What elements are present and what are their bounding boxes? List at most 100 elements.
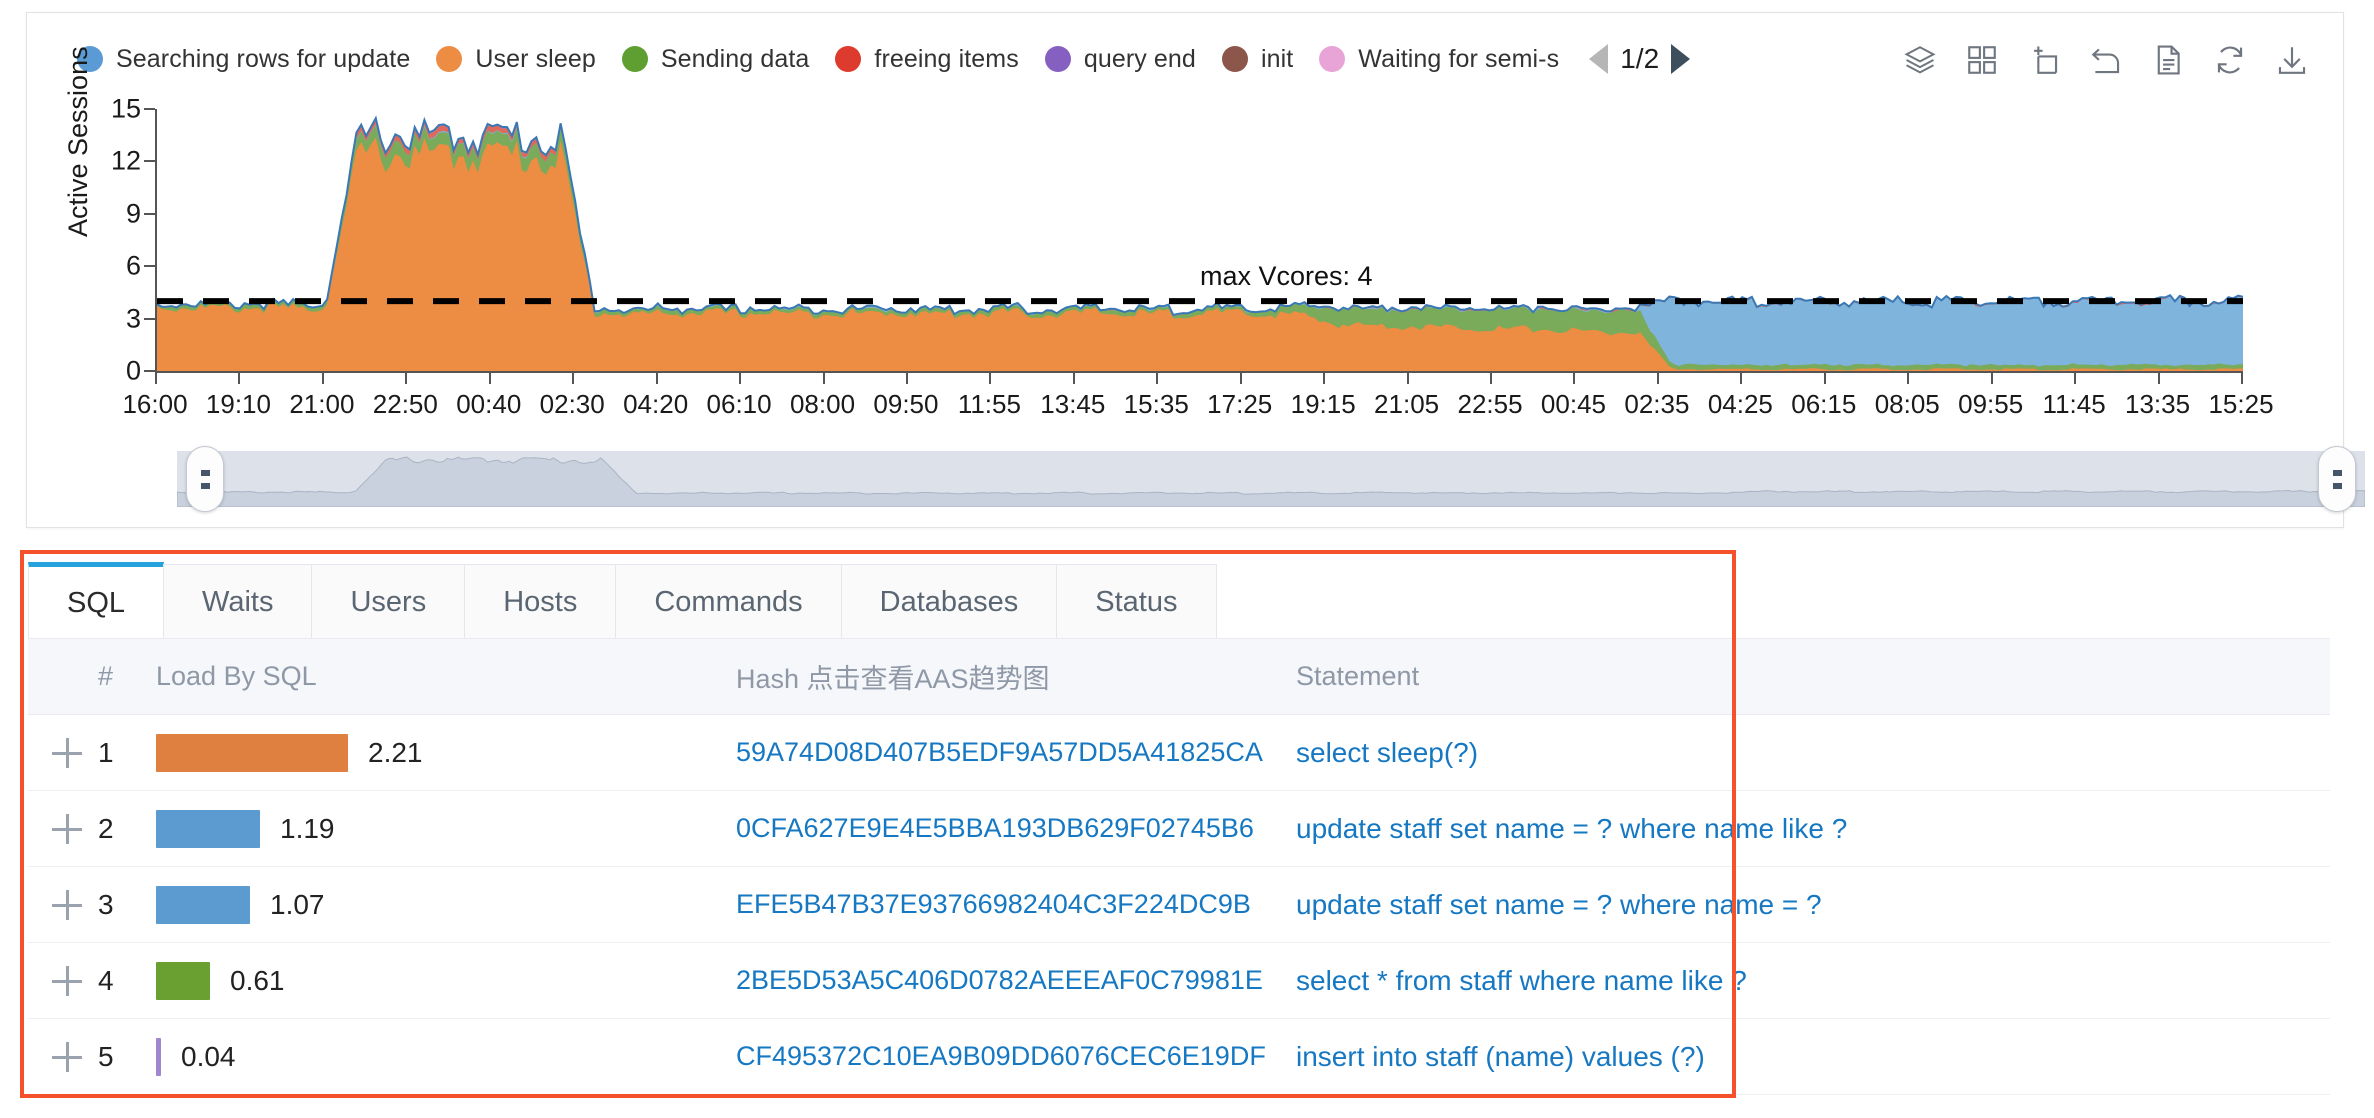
- x-tick-label: 21:05: [1374, 389, 1440, 419]
- load-value: 1.07: [270, 888, 325, 920]
- plot-area[interactable]: [157, 109, 2243, 371]
- sql-statement-link[interactable]: select * from staff where name like ?: [1296, 965, 1747, 996]
- x-tick-mark: [1740, 373, 1743, 384]
- tab-label: Commands: [654, 586, 803, 618]
- x-tick-mark: [1323, 373, 1326, 384]
- x-tick-label: 16:00: [122, 389, 188, 419]
- sql-hash-link[interactable]: 2BE5D53A5C406D0782AEEEAF0C79981E: [736, 965, 1263, 995]
- grid-icon[interactable]: [1965, 43, 1999, 77]
- hash-header: Hash 点击查看AAS趋势图: [736, 664, 1050, 694]
- range-handle-right[interactable]: [2318, 446, 2356, 512]
- refresh-icon[interactable]: [2213, 43, 2247, 77]
- sql-hash-link[interactable]: 0CFA627E9E4E5BBA193DB629F02745B6: [736, 813, 1254, 843]
- sql-hash-link[interactable]: 59A74D08D407B5EDF9A57DD5A41825CA: [736, 737, 1263, 767]
- table-row[interactable]: 2 1.19 0CFA627E9E4E5BBA193DB629F02745B6 upd…: [28, 791, 2330, 867]
- x-tick-label: 09:50: [873, 389, 939, 419]
- chart-card: Searching rows for update User sleep Sendi…: [26, 12, 2365, 528]
- expand-row-button[interactable]: [52, 813, 98, 844]
- tab-hosts[interactable]: Hosts: [464, 564, 617, 640]
- sql-hash-link[interactable]: EFE5B47B37E93766982404C3F224DC9B: [736, 889, 1251, 919]
- legend-item[interactable]: init: [1221, 44, 1294, 74]
- x-tick-mark: [1823, 373, 1826, 384]
- legend-item[interactable]: User sleep: [436, 45, 596, 74]
- tab-status[interactable]: Status: [1056, 564, 1217, 640]
- detail-tabs: SQL Waits Users Hosts Commands Databases Statu…: [28, 562, 1217, 640]
- x-tick-mark: [1239, 373, 1242, 384]
- expand-row-button[interactable]: [52, 1041, 98, 1072]
- row-index: 5: [98, 1040, 114, 1072]
- table-row[interactable]: 5 0.04 CF495372C10EA9B09DD6076CEC6E19DF ins…: [28, 1019, 2330, 1095]
- x-tick-mark: [1656, 373, 1659, 384]
- undo-icon[interactable]: [2089, 43, 2123, 77]
- legend-color-dot: [1319, 46, 1346, 72]
- range-handle-left[interactable]: [186, 446, 224, 512]
- x-tick-mark: [655, 373, 658, 384]
- legend-label: init: [1260, 44, 1294, 73]
- x-tick-label: 04:20: [623, 389, 689, 419]
- tab-databases[interactable]: Databases: [840, 564, 1058, 640]
- tab-label: Status: [1095, 586, 1178, 618]
- tab-users[interactable]: Users: [311, 564, 466, 640]
- x-tick-mark: [2074, 373, 2077, 384]
- expand-row-button[interactable]: [52, 737, 98, 768]
- sql-statement-link[interactable]: update staff set name = ? where name lik…: [1296, 813, 1847, 844]
- legend-prev-arrow[interactable]: [1589, 44, 1609, 74]
- legend-color-dot: [1221, 46, 1248, 72]
- load-bar: [156, 885, 250, 924]
- y-tick-label: 3: [125, 303, 141, 334]
- load-value: 1.19: [280, 812, 335, 844]
- legend-next-arrow[interactable]: [1671, 44, 1691, 74]
- x-axis-ticks: 16:00 19:10 21:00 22:50 00:40 02:30 04:20 06:10…: [122, 373, 2274, 433]
- x-tick-mark: [1072, 373, 1075, 384]
- sql-statement-link[interactable]: select sleep(?): [1296, 737, 1478, 768]
- x-tick-mark: [321, 373, 324, 384]
- x-tick-label: 08:05: [1874, 389, 1940, 419]
- legend-page-indicator: 1/2: [1620, 43, 1660, 74]
- y-tick-mark: [144, 108, 155, 110]
- legend-item[interactable]: query end: [1044, 45, 1196, 74]
- table-row[interactable]: 1 2.21 59A74D08D407B5EDF9A57DD5A41825CA sel…: [28, 715, 2330, 791]
- load-bar: [156, 1037, 161, 1076]
- sql-hash-link[interactable]: CF495372C10EA9B09DD6076CEC6E19DF: [736, 1041, 1266, 1071]
- chart-toolbar: [1903, 43, 2309, 77]
- tab-sql[interactable]: SQL: [28, 562, 165, 640]
- crop-add-icon[interactable]: [2027, 43, 2061, 77]
- layers-icon[interactable]: [1903, 43, 1937, 77]
- download-icon[interactable]: [2275, 43, 2309, 77]
- legend-item[interactable]: freeing items: [835, 45, 1019, 74]
- document-icon[interactable]: [2151, 43, 2185, 77]
- time-range-slider[interactable]: [177, 446, 2365, 512]
- tab-commands[interactable]: Commands: [615, 564, 842, 640]
- expand-row-button[interactable]: [52, 965, 98, 996]
- plus-icon: [52, 965, 82, 996]
- sql-detail-panel: SQL Waits Users Hosts Commands Databases Statu…: [0, 540, 2374, 1118]
- sql-statement-link[interactable]: update staff set name = ? where name = ?: [1296, 889, 1822, 920]
- expand-row-button[interactable]: [52, 889, 98, 920]
- tab-label: Waits: [202, 586, 274, 618]
- tab-waits[interactable]: Waits: [163, 564, 313, 640]
- x-tick-label: 00:40: [456, 389, 522, 419]
- x-tick-label: 08:00: [789, 389, 856, 419]
- legend-color-dot: [436, 46, 463, 72]
- legend-item[interactable]: Sending data: [621, 45, 810, 74]
- sql-statement-link[interactable]: insert into staff (name) values (?): [1296, 1041, 1705, 1072]
- load-bar: [156, 961, 210, 1000]
- table-header-row: # Load By SQL Hash 点击查看AAS趋势图 Statement: [28, 639, 2330, 715]
- x-tick-label: 19:10: [205, 389, 271, 419]
- x-tick-mark: [822, 373, 825, 384]
- index-header: #: [98, 661, 114, 691]
- row-index: 3: [98, 888, 114, 920]
- load-value: 0.61: [230, 964, 285, 996]
- legend-item[interactable]: Waiting for semi-s: [1319, 45, 1559, 74]
- legend-item[interactable]: Searching rows for update: [77, 45, 410, 74]
- plus-icon: [52, 889, 82, 920]
- table-row[interactable]: 3 1.07 EFE5B47B37E93766982404C3F224DC9B upd…: [28, 867, 2330, 943]
- x-tick-label: 11:55: [957, 389, 1021, 419]
- x-tick-mark: [2241, 373, 2243, 384]
- table-row[interactable]: 4 0.61 2BE5D53A5C406D0782AEEEAF0C79981E sel…: [28, 943, 2330, 1019]
- load-value: 0.04: [181, 1040, 236, 1072]
- legend-color-dot: [835, 46, 862, 72]
- legend-label: Waiting for semi-s: [1358, 44, 1560, 73]
- x-tick-mark: [1406, 373, 1409, 384]
- y-tick-label: 6: [125, 250, 141, 281]
